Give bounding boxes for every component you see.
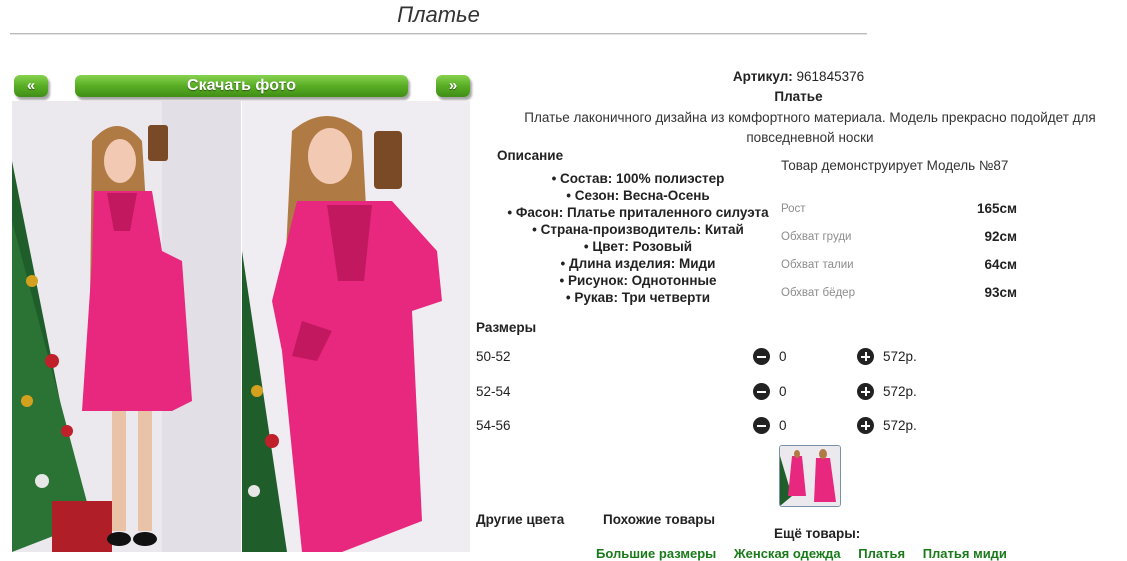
size-label: 52-54 xyxy=(476,384,511,399)
category-link-dresses[interactable]: Платья xyxy=(858,546,905,561)
product-photo-2[interactable] xyxy=(242,101,470,552)
size-label: 50-52 xyxy=(476,349,511,364)
measurement-label: Обхват талии xyxy=(781,259,854,271)
measurement-value: 165см xyxy=(976,201,1017,216)
quantity-value: 0 xyxy=(779,349,787,364)
size-label: 54-56 xyxy=(476,418,511,433)
increase-qty-icon[interactable] xyxy=(857,417,874,434)
sizes-heading: Размеры xyxy=(476,320,537,335)
size-price: 572р. xyxy=(883,384,917,399)
more-products-heading: Ещё товары: xyxy=(774,526,861,541)
measurement-value: 92см xyxy=(984,229,1017,244)
quantity-value: 0 xyxy=(779,418,787,433)
increase-qty-icon[interactable] xyxy=(857,383,874,400)
spec-item: • Цвет: Розовый xyxy=(583,239,693,254)
spec-item: • Сезон: Весна-Осень xyxy=(566,188,710,203)
product-name: Платье xyxy=(774,89,823,104)
spec-item: • Длина изделия: Миди xyxy=(560,256,716,271)
size-price: 572р. xyxy=(883,349,917,364)
product-description: Платье лаконичного дизайна из комфортног… xyxy=(524,110,1096,145)
article-number: Артикул: 961845376 xyxy=(470,69,1127,84)
category-link-big-sizes[interactable]: Большие размеры xyxy=(596,546,716,561)
quantity-value: 0 xyxy=(779,384,787,399)
size-row: 54-56 0 572р. xyxy=(476,416,936,438)
decrease-qty-icon[interactable] xyxy=(753,348,770,365)
article-value: 961845376 xyxy=(796,69,865,84)
measurement-label: Обхват бёдер xyxy=(781,287,855,299)
spec-item: • Фасон: Платье приталенного силуэта xyxy=(507,205,769,220)
spec-item: • Состав: 100% полиэстер xyxy=(551,171,725,186)
increase-qty-icon[interactable] xyxy=(857,348,874,365)
measurement-label: Рост xyxy=(781,203,806,215)
next-photo-button[interactable]: » xyxy=(436,75,470,97)
decrease-qty-icon[interactable] xyxy=(753,417,770,434)
category-link-womens-clothing[interactable]: Женская одежда xyxy=(734,546,841,561)
measurement-value: 93см xyxy=(984,285,1017,300)
measurement-value: 64см xyxy=(984,257,1017,272)
category-links: Большие размеры Женская одежда Платья Пл… xyxy=(596,546,1021,561)
page-title: Платье xyxy=(397,2,480,27)
measurement-label: Обхват груди xyxy=(781,231,852,243)
spec-item: • Рисунок: Однотонные xyxy=(559,273,717,288)
measurement-row: Рост 165см xyxy=(781,201,1017,221)
specs-heading: Описание xyxy=(497,148,564,163)
product-photo-1[interactable] xyxy=(12,101,241,552)
spec-item: • Страна-производитель: Китай xyxy=(532,222,744,237)
specs-list: • Состав: 100% полиэстер • Сезон: Весна-… xyxy=(478,170,798,306)
similar-products-heading: Похожие товары xyxy=(603,512,716,527)
download-photo-button[interactable]: Скачать фото xyxy=(75,75,408,97)
spec-item: • Рукав: Три четверти xyxy=(565,290,711,305)
measurement-row: Обхват груди 92см xyxy=(781,229,1017,249)
other-colors-heading: Другие цвета xyxy=(476,512,565,527)
title-divider xyxy=(10,33,867,34)
category-link-midi-dresses[interactable]: Платья миди xyxy=(923,546,1007,561)
model-caption: Товар демонструирует Модель №87 xyxy=(781,158,1009,173)
measurement-row: Обхват бёдер 93см xyxy=(781,285,1017,305)
size-row: 50-52 0 572р. xyxy=(476,347,936,369)
size-row: 52-54 0 572р. xyxy=(476,382,936,404)
photo-thumbnail[interactable] xyxy=(779,445,841,507)
decrease-qty-icon[interactable] xyxy=(753,383,770,400)
measurement-row: Обхват талии 64см xyxy=(781,257,1017,277)
size-price: 572р. xyxy=(883,418,917,433)
article-label: Артикул: xyxy=(732,69,793,84)
prev-photo-button[interactable]: « xyxy=(14,75,48,97)
